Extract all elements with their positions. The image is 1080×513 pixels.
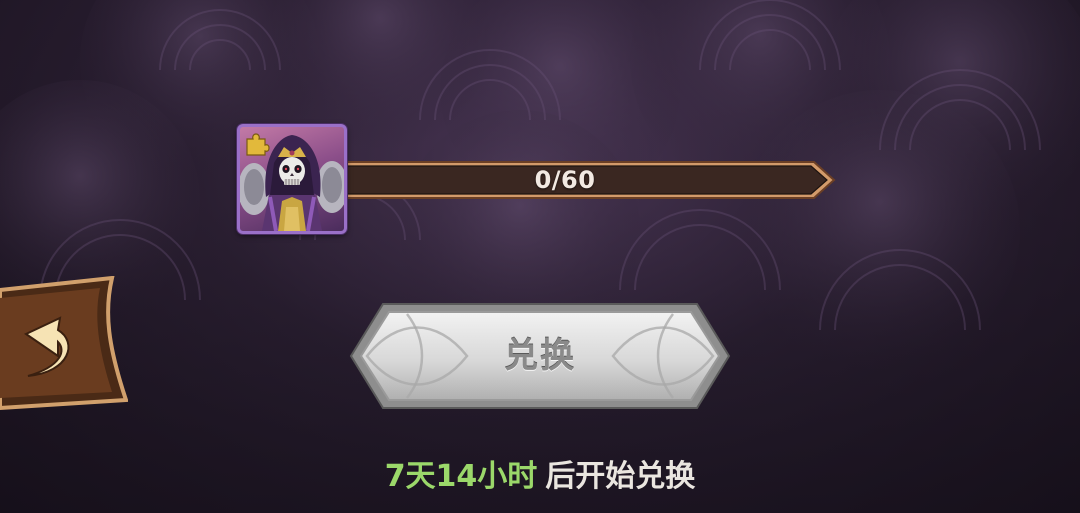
puzzle-piece-icon — [246, 133, 270, 156]
fragment-progress-bar: 0/60 — [330, 156, 838, 204]
game-screen: 0/60 兑换 7天14小时 后开始兑换 — [0, 0, 1080, 513]
exchange-button[interactable]: 兑换 — [347, 300, 733, 412]
back-button[interactable] — [0, 276, 128, 412]
exchange-countdown: 7天14小时 后开始兑换 — [0, 452, 1080, 502]
countdown-suffix: 后开始兑换 — [545, 459, 696, 494]
exchange-button-label: 兑换 — [504, 336, 576, 376]
background-clouds — [0, 0, 1080, 370]
hero-portrait[interactable] — [237, 124, 347, 234]
countdown-time: 7天14小时 — [384, 459, 538, 494]
progress-count: 0/60 — [534, 166, 596, 194]
